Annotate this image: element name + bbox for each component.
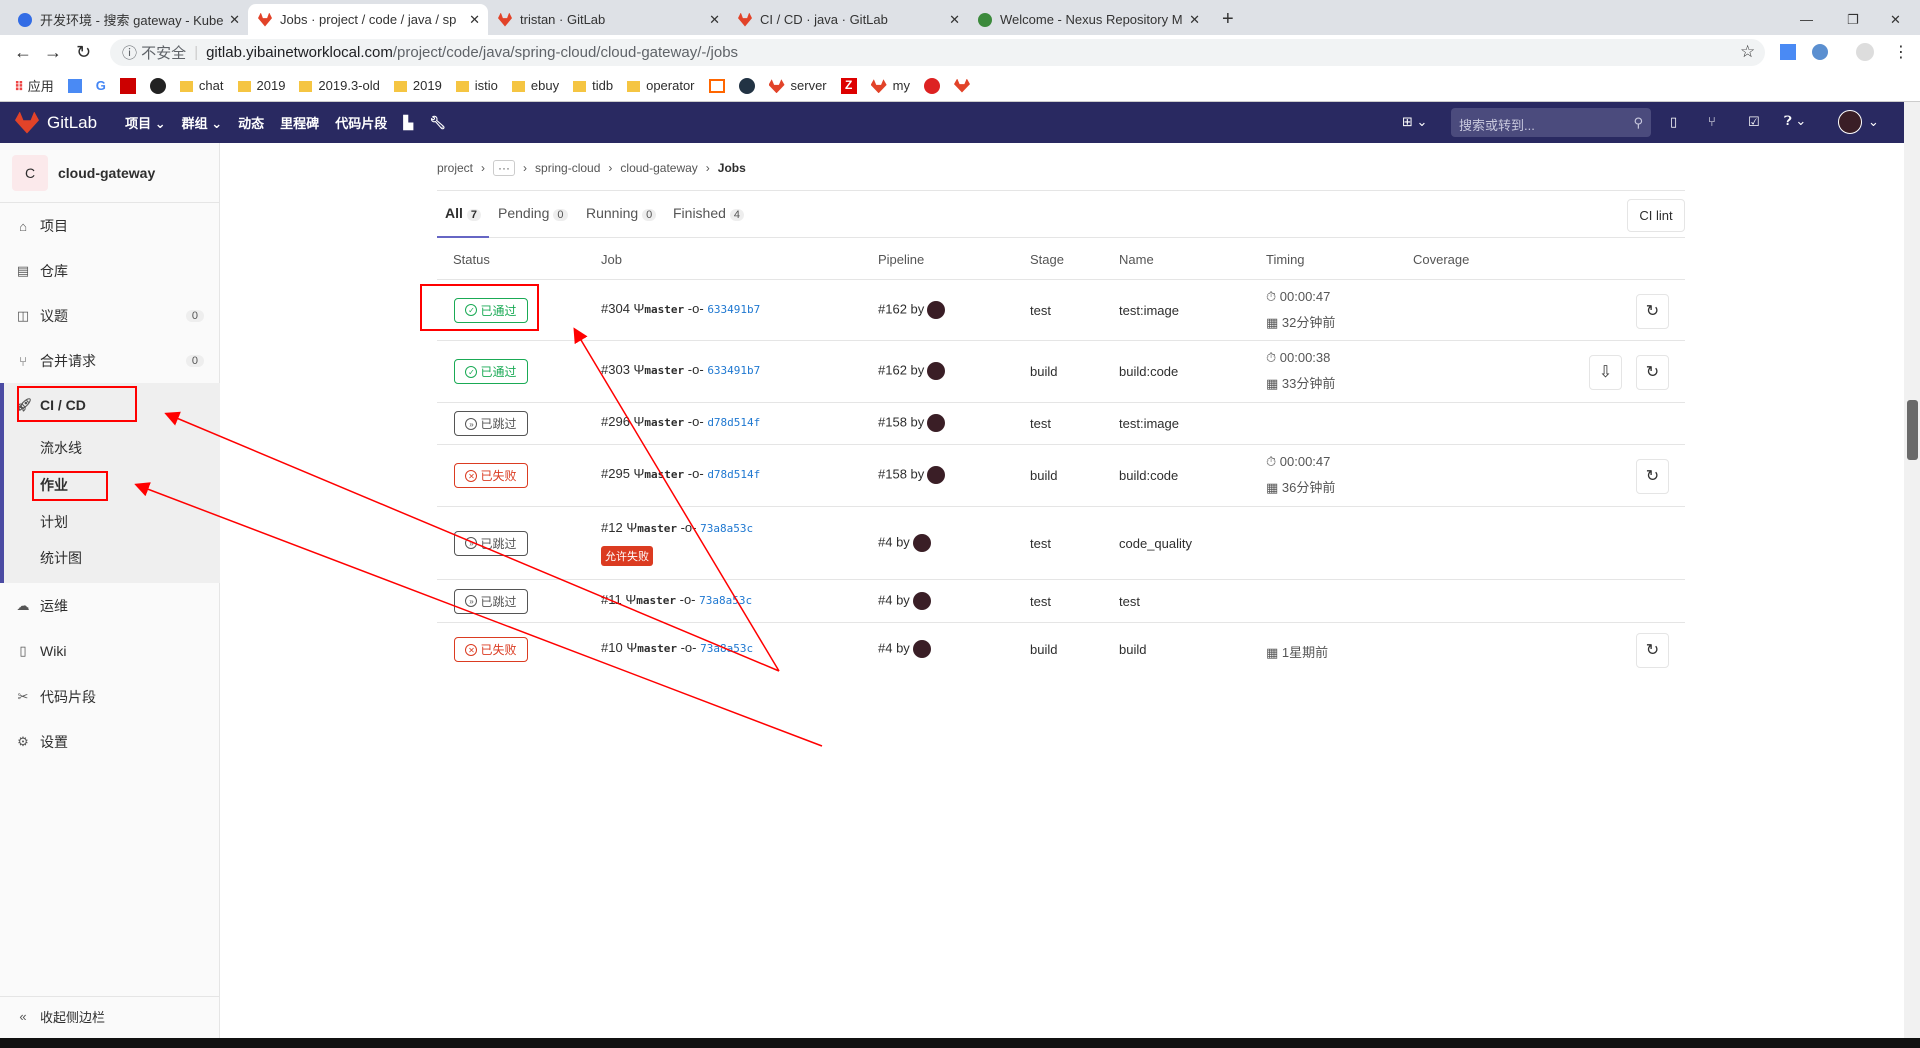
page-scrollbar[interactable] <box>1904 102 1920 1038</box>
annotation-arrows <box>134 327 823 747</box>
arrow-to-cicd <box>164 411 780 672</box>
arrow-to-jobs <box>134 482 823 747</box>
arrow-to-status <box>573 327 780 672</box>
scrollbar-thumb[interactable] <box>1907 400 1918 460</box>
os-taskbar <box>0 1038 1920 1048</box>
